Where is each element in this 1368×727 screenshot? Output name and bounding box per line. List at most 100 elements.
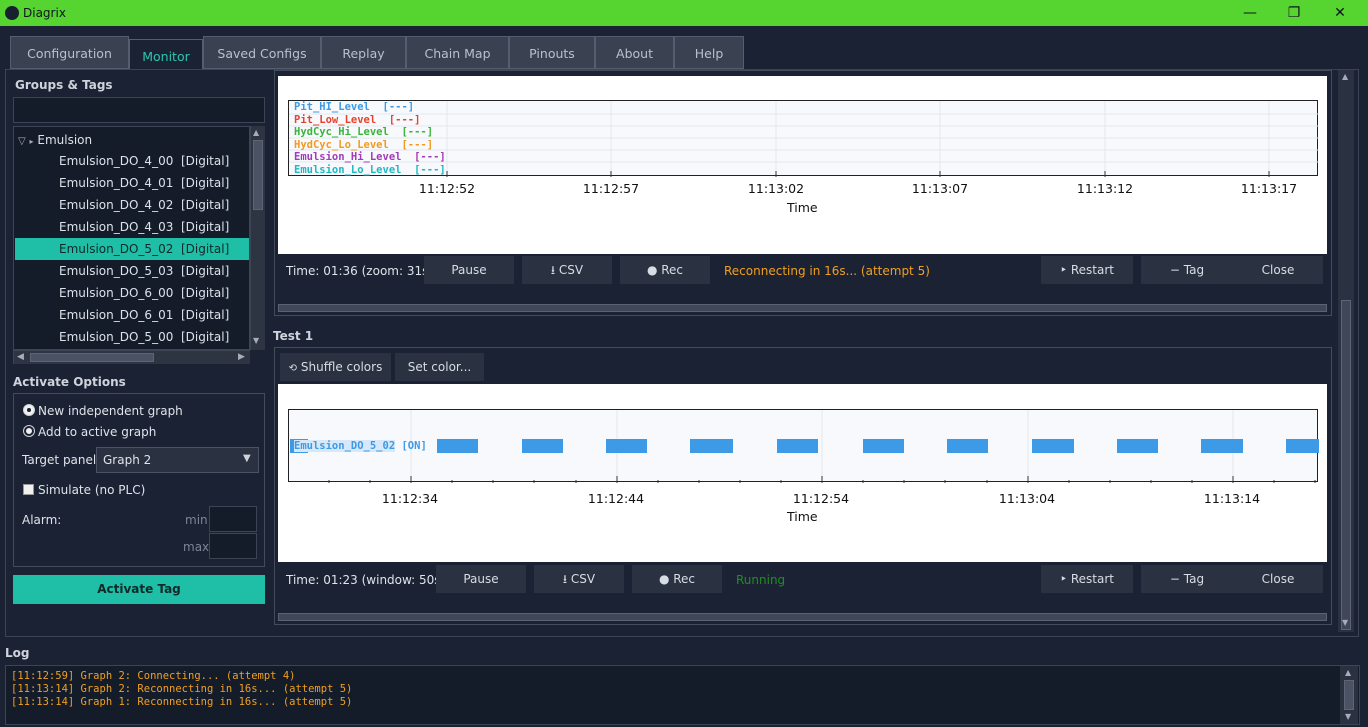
tag-search-input[interactable] <box>13 97 265 123</box>
legend-series-value: [---] <box>401 163 446 176</box>
minimize-button[interactable]: — <box>1227 0 1273 26</box>
signal-on-pulse <box>947 439 988 453</box>
graph2-x-tick: 11:13:14 <box>1203 491 1261 506</box>
graph1-legend-entry: Pit_Low_Level [---] <box>294 114 446 127</box>
signal-on-pulse <box>437 439 478 453</box>
scroll-up-icon[interactable]: ▲ <box>1345 668 1351 677</box>
scroll-down-icon[interactable]: ▼ <box>1345 712 1351 721</box>
tab-about[interactable]: About <box>595 36 674 69</box>
tree-vertical-scrollbar[interactable]: ▲ ▼ <box>250 126 265 350</box>
tab-pinouts[interactable]: Pinouts <box>509 36 595 69</box>
graph2-csv-button[interactable]: ⭳ CSV <box>534 565 624 593</box>
graph2-remove-tag-button[interactable]: − Tag <box>1141 565 1233 593</box>
graph1-x-tick: 11:12:52 <box>418 181 476 196</box>
graph2-x-tick: 11:12:34 <box>381 491 439 506</box>
tab-configuration[interactable]: Configuration <box>10 36 129 69</box>
graph1-x-tick: 11:12:57 <box>582 181 640 196</box>
tree-item[interactable]: Emulsion_DO_5_03 [Digital] <box>15 260 249 282</box>
signal-on-pulse <box>1286 439 1319 453</box>
graph2-close-button[interactable]: Close <box>1233 565 1323 593</box>
scroll-up-icon[interactable]: ▲ <box>1342 72 1348 81</box>
activate-options-title: Activate Options <box>13 375 126 389</box>
scrollbar-thumb[interactable] <box>1341 300 1351 630</box>
tree-item[interactable]: Emulsion_DO_6_00 [Digital] <box>15 282 249 304</box>
shuffle-icon: ⟲ <box>288 363 298 374</box>
tree-group-emulsion[interactable]: ▽ ▸ Emulsion <box>18 129 92 151</box>
tab-replay[interactable]: Replay <box>321 36 406 69</box>
tab-monitor[interactable]: Monitor <box>129 39 203 70</box>
graph2-restart-button[interactable]: ‣ Restart <box>1041 565 1133 593</box>
graph2-x-tick: 11:12:54 <box>792 491 850 506</box>
app-title: Diagrix <box>23 6 66 20</box>
tag-tree: ▽ ▸ Emulsion Emulsion_DO_4_00 [Digital] … <box>13 126 250 350</box>
scroll-left-icon[interactable]: ◀ <box>17 352 24 362</box>
activate-tag-button[interactable]: Activate Tag <box>13 575 265 604</box>
graph1-legend-entry: Emulsion_Lo_Level [---] <box>294 164 446 177</box>
tree-horizontal-scrollbar[interactable]: ◀ ▶ <box>13 350 250 364</box>
tab-chain-map[interactable]: Chain Map <box>406 36 509 69</box>
graph1-remove-tag-button[interactable]: − Tag <box>1141 256 1233 284</box>
graph1-pause-button[interactable]: Pause <box>424 256 514 284</box>
log-vertical-scrollbar[interactable]: ▲ ▼ <box>1340 666 1358 724</box>
simulate-checkbox[interactable] <box>23 484 34 495</box>
tree-group-label: Emulsion <box>37 133 93 147</box>
expand-icon[interactable]: ▽ <box>18 136 26 147</box>
graph1-csv-button[interactable]: ⭳ CSV <box>522 256 612 284</box>
graph2-title: Test 1 <box>273 329 314 343</box>
shuffle-colors-button[interactable]: ⟲ Shuffle colors <box>280 353 391 381</box>
log-panel: [11:12:59] Graph 2: Connecting... (attem… <box>5 665 1360 725</box>
target-panel-select[interactable]: Graph 2 ▼ <box>96 447 259 473</box>
set-color-button[interactable]: Set color... <box>395 353 484 381</box>
scrollbar-thumb[interactable] <box>253 140 263 210</box>
tab-saved-configs[interactable]: Saved Configs <box>203 36 321 69</box>
graph1-x-axis-label: Time <box>787 200 818 215</box>
close-window-button[interactable]: ✕ <box>1317 0 1363 26</box>
scroll-right-icon[interactable]: ▶ <box>238 352 245 362</box>
groups-tags-title: Groups & Tags <box>15 78 113 92</box>
tree-item-selected[interactable]: Emulsion_DO_5_02 [Digital] <box>15 238 249 260</box>
graph1-legend-entry: Pit_HI_Level [---] <box>294 101 446 114</box>
restore-button[interactable]: ❐ <box>1271 0 1317 26</box>
legend-series-value: [---] <box>401 151 446 163</box>
radio-new-graph[interactable] <box>24 405 34 415</box>
tree-item[interactable]: Emulsion_DO_6_01 [Digital] <box>15 304 249 326</box>
tree-item[interactable]: Emulsion_DO_4_01 [Digital] <box>15 172 249 194</box>
scrollbar-thumb[interactable] <box>30 353 154 362</box>
graph1-rec-button[interactable]: ● Rec <box>620 256 710 284</box>
legend-series-name: Emulsion_Lo_Level <box>294 163 402 176</box>
alarm-min-input[interactable] <box>209 506 257 532</box>
graph1-x-tick: 11:13:17 <box>1240 181 1298 196</box>
tree-item[interactable]: Emulsion_DO_4_02 [Digital] <box>15 194 249 216</box>
legend-series-name: Emulsion_Hi_Level <box>294 151 402 163</box>
graph2-pause-button[interactable]: Pause <box>436 565 526 593</box>
graph1-restart-button[interactable]: ‣ Restart <box>1041 256 1133 284</box>
log-title: Log <box>5 646 30 660</box>
tree-item[interactable]: Emulsion_DO_5_00 [Digital] <box>15 326 249 348</box>
signal-on-pulse <box>606 439 647 453</box>
tab-help[interactable]: Help <box>674 36 744 69</box>
alarm-min-label: min <box>185 513 208 527</box>
scroll-down-icon[interactable]: ▼ <box>1342 618 1348 627</box>
scrollbar-thumb[interactable] <box>1344 680 1354 710</box>
graph2-rec-button[interactable]: ● Rec <box>632 565 722 593</box>
chevron-right-icon: ▸ <box>29 137 34 146</box>
alarm-max-label: max <box>183 540 210 554</box>
legend-series-name: Pit_HI_Level <box>294 101 370 113</box>
tree-item[interactable]: Emulsion_DO_4_00 [Digital] <box>15 150 249 172</box>
tree-item[interactable]: Emulsion_DO_4_03 [Digital] <box>15 216 249 238</box>
graph1-time: Time: 01:36 (zoom: 31s) <box>286 264 434 278</box>
graph2-horizontal-scrollbar[interactable] <box>278 613 1327 621</box>
legend-series-value: [---] <box>388 138 434 151</box>
scroll-up-icon[interactable]: ▲ <box>253 128 259 137</box>
radio-add-active[interactable] <box>24 426 34 436</box>
signal-on-pulse <box>522 439 563 453</box>
scroll-down-icon[interactable]: ▼ <box>253 336 259 345</box>
alarm-max-input[interactable] <box>209 533 257 559</box>
graph1-close-button[interactable]: Close <box>1233 256 1323 284</box>
graph1-horizontal-scrollbar[interactable] <box>278 304 1327 312</box>
graph2-legend-value: [ON] <box>401 440 427 452</box>
monitor-vertical-scrollbar[interactable]: ▲ ▼ <box>1338 70 1354 632</box>
legend-series-name: HydCyc_Hi_Level <box>294 126 389 138</box>
graph1-legend: Pit_HI_Level [---] Pit_Low_Level [---] Hyd… <box>294 101 446 176</box>
legend-series-name: Pit_Low_Level <box>294 113 377 126</box>
